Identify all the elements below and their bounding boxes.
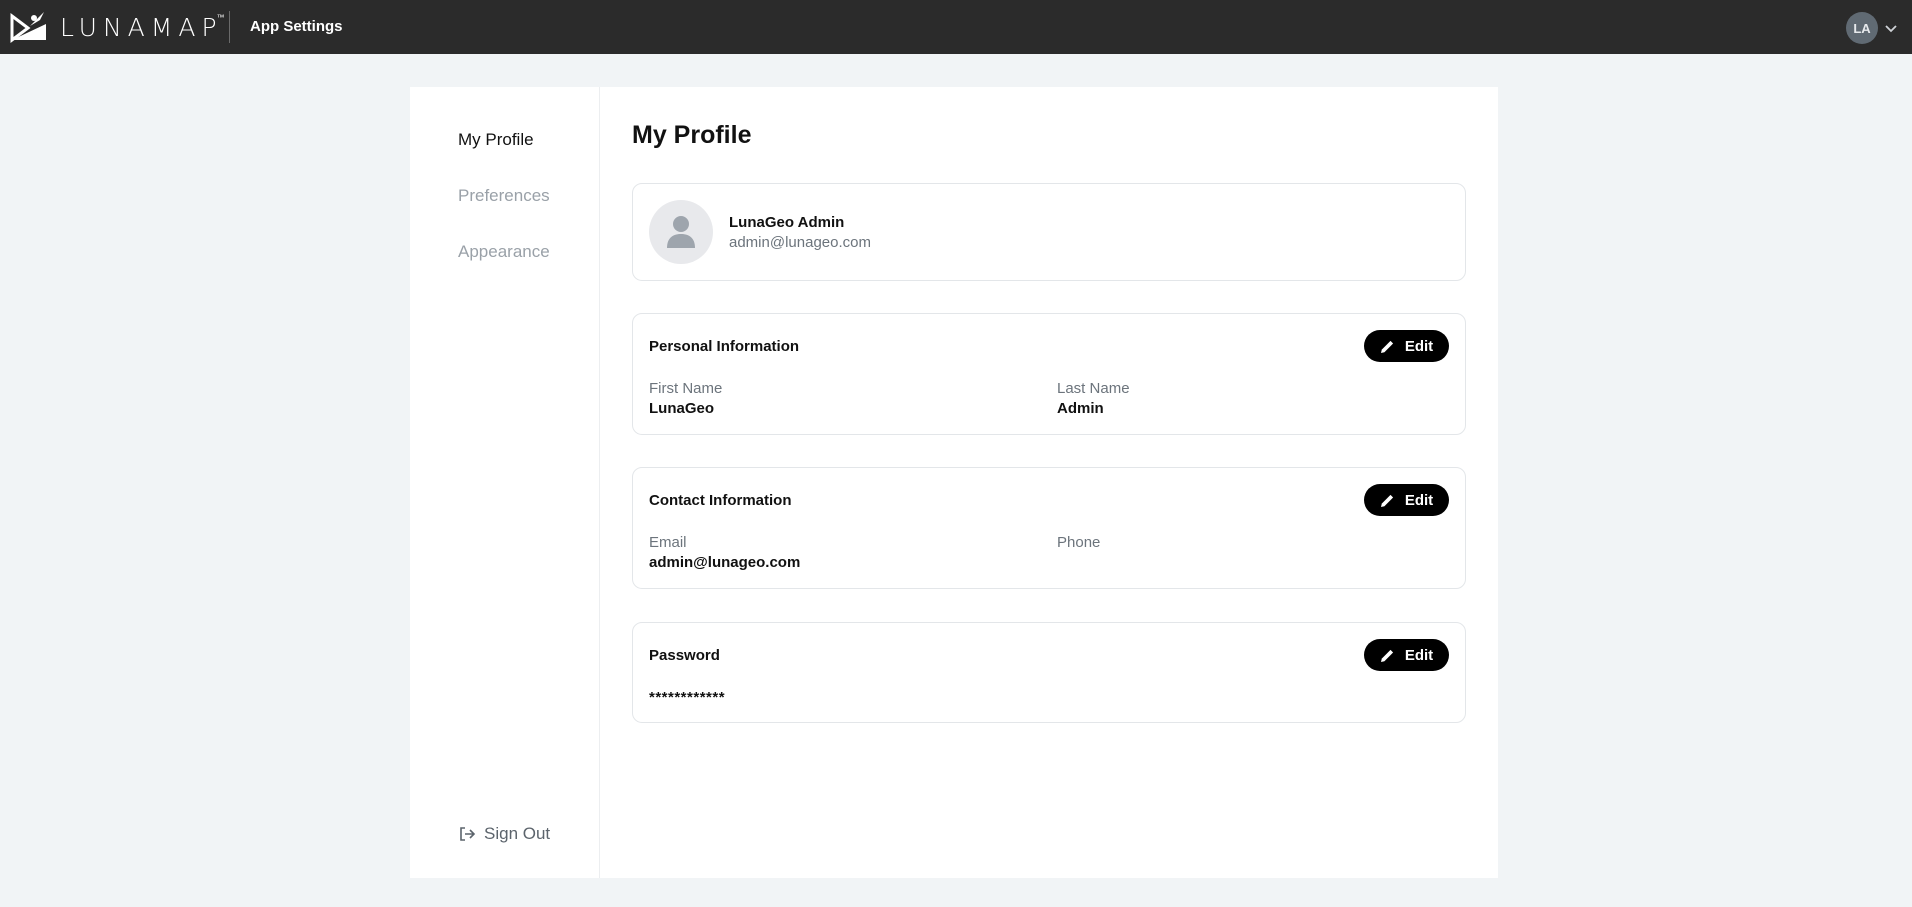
sign-out-button[interactable]: Sign Out xyxy=(458,824,550,844)
sign-out-icon xyxy=(460,827,476,841)
first-name-value: LunaGeo xyxy=(649,400,715,417)
personal-information-card: Personal Information Edit First Name Lun… xyxy=(632,313,1466,435)
brand-logo[interactable]: LUNAMAP ™ xyxy=(10,10,225,44)
pencil-icon xyxy=(1380,340,1393,353)
profile-summary-card: LunaGeo Admin admin@lunageo.com xyxy=(632,183,1466,281)
settings-sidebar: My Profile Preferences Appearance Sign O… xyxy=(410,87,600,878)
lunamap-logo-icon xyxy=(10,12,46,43)
first-name-label: First Name xyxy=(649,380,723,397)
brand-name: LUNAMAP xyxy=(60,12,223,42)
sidebar-item-appearance[interactable]: Appearance xyxy=(458,242,550,262)
card-title: Password xyxy=(649,647,720,664)
edit-contact-button[interactable]: Edit xyxy=(1364,484,1449,516)
app-title: App Settings xyxy=(250,18,343,35)
email-label: Email xyxy=(649,534,687,551)
email-value: admin@lunageo.com xyxy=(649,554,801,571)
profile-email: admin@lunageo.com xyxy=(729,234,871,251)
topbar-divider xyxy=(229,11,230,43)
pencil-icon xyxy=(1380,494,1393,507)
user-avatar[interactable]: LA xyxy=(1846,12,1878,44)
phone-label: Phone xyxy=(1057,534,1101,551)
brand-trademark: ™ xyxy=(216,12,225,22)
contact-information-card: Contact Information Edit Email admin@lun… xyxy=(632,467,1466,589)
edit-password-button[interactable]: Edit xyxy=(1364,639,1449,671)
edit-label: Edit xyxy=(1404,646,1434,664)
page-title: My Profile xyxy=(632,121,752,149)
user-menu[interactable]: LA xyxy=(1846,12,1898,44)
sidebar-item-my-profile[interactable]: My Profile xyxy=(458,130,534,150)
edit-personal-button[interactable]: Edit xyxy=(1364,330,1449,362)
card-title: Contact Information xyxy=(649,492,792,509)
password-value: ************ xyxy=(649,689,726,706)
last-name-label: Last Name xyxy=(1057,380,1130,397)
last-name-value: Admin xyxy=(1057,400,1104,417)
top-bar: LUNAMAP ™ App Settings LA xyxy=(0,0,1912,54)
user-silhouette-icon xyxy=(667,216,695,248)
pencil-icon xyxy=(1380,649,1393,662)
card-title: Personal Information xyxy=(649,338,800,355)
edit-label: Edit xyxy=(1404,337,1434,355)
profile-name: LunaGeo Admin xyxy=(729,214,845,231)
password-card: Password Edit ************ xyxy=(632,622,1466,723)
sign-out-label: Sign Out xyxy=(484,824,551,843)
settings-panel: My Profile Preferences Appearance Sign O… xyxy=(410,87,1498,878)
sidebar-item-preferences[interactable]: Preferences xyxy=(458,186,550,206)
chevron-down-icon[interactable] xyxy=(1884,21,1898,35)
edit-label: Edit xyxy=(1404,491,1434,509)
avatar xyxy=(649,200,713,264)
